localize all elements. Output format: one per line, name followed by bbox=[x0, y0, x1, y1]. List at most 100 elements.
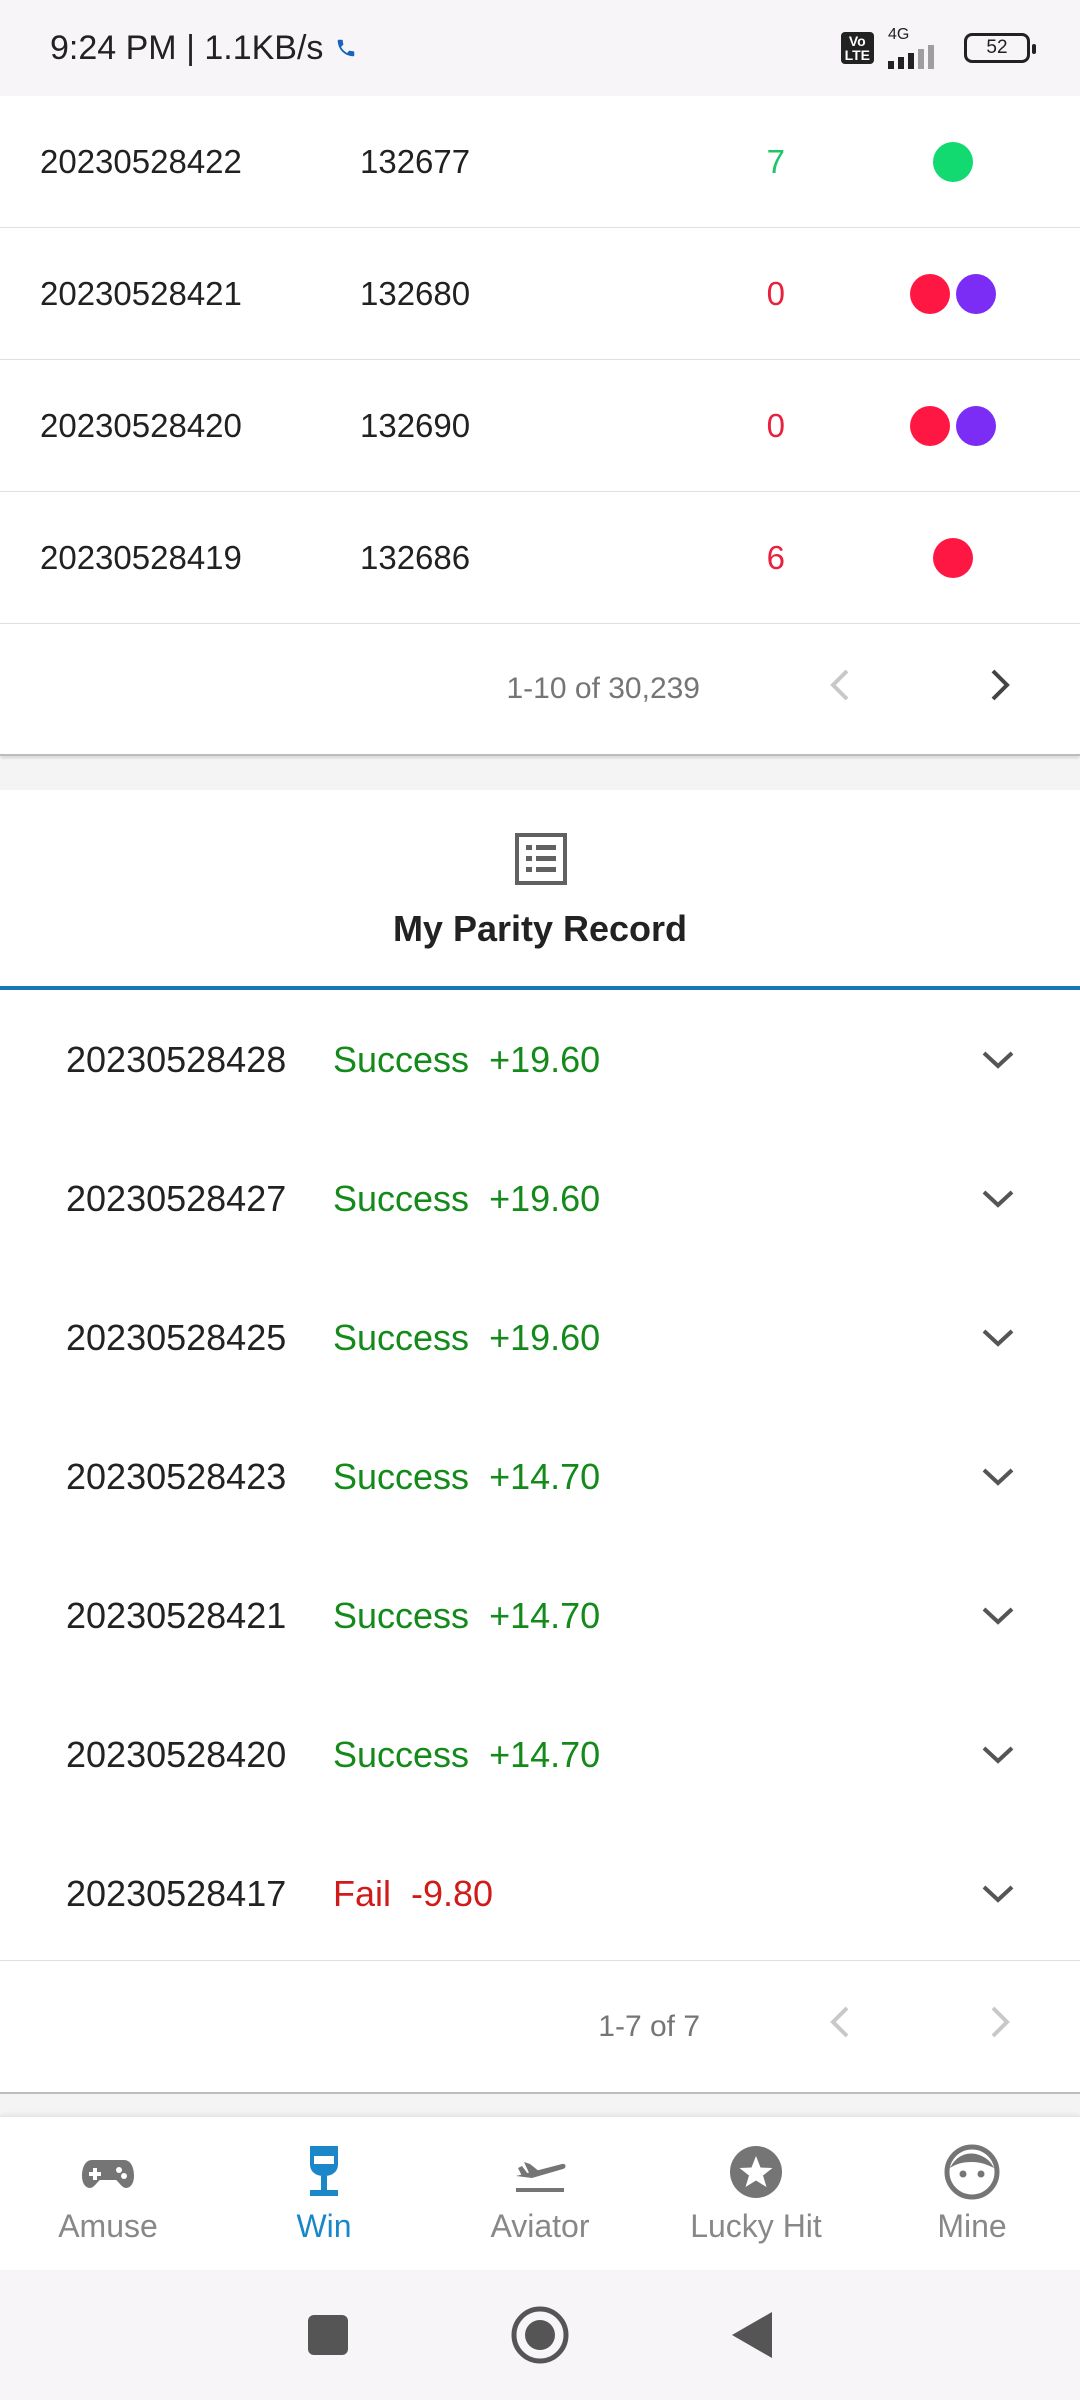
nav-item-lucky-hit[interactable]: Lucky Hit bbox=[648, 2117, 864, 2270]
record-pager: 1-7 of 7 bbox=[0, 1960, 1080, 2094]
network-type: 4G bbox=[888, 26, 910, 43]
nav-label: Mine bbox=[937, 2208, 1007, 2244]
list-item[interactable]: 20230528425 Success +19.60 bbox=[0, 1268, 1080, 1407]
chevron-down-icon bbox=[982, 1190, 1014, 1208]
home-button[interactable] bbox=[510, 2305, 570, 2365]
result-dots bbox=[785, 141, 1080, 182]
record-amount: +14.70 bbox=[489, 1733, 601, 1775]
result-dot bbox=[909, 405, 950, 446]
chevron-right-icon bbox=[991, 669, 1010, 700]
recent-apps-button[interactable] bbox=[306, 2313, 350, 2357]
table-row: 20230528420 132690 0 bbox=[0, 360, 1080, 492]
expand-button[interactable] bbox=[978, 1457, 1018, 1497]
trophy-icon bbox=[310, 2146, 338, 2196]
expand-button[interactable] bbox=[978, 1596, 1018, 1636]
chevron-right-icon bbox=[991, 2006, 1010, 2038]
expand-button[interactable] bbox=[978, 1318, 1018, 1358]
list-icon bbox=[515, 833, 567, 885]
record-amount: +19.60 bbox=[489, 1038, 601, 1080]
prev-page-button[interactable] bbox=[760, 662, 920, 717]
price-cell: 132686 bbox=[360, 538, 471, 576]
back-button[interactable] bbox=[730, 2310, 774, 2360]
record-period: 20230528417 bbox=[66, 1872, 287, 1914]
chevron-down-icon bbox=[982, 1746, 1014, 1764]
record-period: 20230528420 bbox=[66, 1733, 287, 1775]
record-period: 20230528427 bbox=[66, 1177, 287, 1219]
list-item[interactable]: 20230528427 Success +19.60 bbox=[0, 1129, 1080, 1268]
price-cell: 132690 bbox=[360, 406, 471, 444]
expand-button[interactable] bbox=[978, 1040, 1018, 1080]
record-status: Success bbox=[333, 1733, 470, 1775]
record-title: My Parity Record bbox=[392, 908, 688, 949]
record-amount: +14.70 bbox=[489, 1455, 601, 1497]
nav-item-amuse[interactable]: Amuse bbox=[0, 2117, 216, 2270]
system-nav-bar bbox=[0, 2270, 1080, 2400]
nav-label: Lucky Hit bbox=[690, 2208, 822, 2244]
section-gap bbox=[0, 2094, 1080, 2116]
expand-button[interactable] bbox=[978, 1735, 1018, 1775]
number-cell: 0 bbox=[766, 406, 785, 444]
list-item[interactable]: 20230528420 Success +14.70 bbox=[0, 1685, 1080, 1824]
bottom-nav: Amuse Win Aviator Lucky Hit Mine bbox=[0, 2116, 1080, 2270]
expand-button[interactable] bbox=[978, 1179, 1018, 1219]
record-amount: +14.70 bbox=[489, 1594, 601, 1636]
record-period: 20230528423 bbox=[66, 1455, 287, 1497]
chevron-left-icon bbox=[830, 2006, 849, 2038]
pager-range-text: 1-7 of 7 bbox=[598, 2009, 700, 2043]
nav-item-win[interactable]: Win bbox=[216, 2117, 432, 2270]
record-status: Fail bbox=[333, 1872, 392, 1914]
star-icon bbox=[730, 2146, 782, 2198]
prev-page-button[interactable] bbox=[760, 1999, 920, 2054]
result-dot bbox=[955, 405, 996, 446]
record-amount: -9.80 bbox=[411, 1872, 494, 1914]
period-cell: 20230528420 bbox=[40, 406, 242, 444]
record-period: 20230528421 bbox=[66, 1594, 287, 1636]
chevron-left-icon bbox=[830, 669, 849, 700]
battery-icon: 52 bbox=[964, 33, 1036, 63]
list-item[interactable]: 20230528428 Success +19.60 bbox=[0, 990, 1080, 1129]
table-row: 20230528419 132686 6 bbox=[0, 492, 1080, 624]
nav-item-mine[interactable]: Mine bbox=[864, 2117, 1080, 2270]
nav-label: Amuse bbox=[58, 2208, 158, 2244]
result-dot bbox=[932, 537, 973, 578]
status-time: 9:24 PM | 1.1KB/s bbox=[50, 28, 324, 67]
record-period: 20230528425 bbox=[66, 1316, 287, 1358]
call-icon bbox=[338, 39, 355, 57]
status-bar: 9:24 PM | 1.1KB/s Vo LTE 4G 52 bbox=[0, 0, 1080, 96]
signal-icon: 4G bbox=[888, 27, 950, 69]
chevron-down-icon bbox=[982, 1329, 1014, 1347]
plane-icon bbox=[516, 2162, 566, 2192]
results-table: 20230528422 132677 7 20230528421 132680 … bbox=[0, 96, 1080, 756]
number-cell: 7 bbox=[766, 142, 785, 180]
record-amount: +19.60 bbox=[489, 1316, 601, 1358]
period-cell: 20230528421 bbox=[40, 274, 242, 312]
nav-item-aviator[interactable]: Aviator bbox=[432, 2117, 648, 2270]
price-cell: 132680 bbox=[360, 274, 471, 312]
expand-button[interactable] bbox=[978, 1874, 1018, 1914]
table-row: 20230528422 132677 7 bbox=[0, 96, 1080, 228]
nav-label: Win bbox=[296, 2208, 352, 2244]
record-tab[interactable]: My Parity Record bbox=[0, 790, 1080, 990]
result-dots bbox=[785, 405, 1080, 446]
number-cell: 0 bbox=[766, 274, 785, 312]
result-dots bbox=[785, 537, 1080, 578]
list-item[interactable]: 20230528423 Success +14.70 bbox=[0, 1407, 1080, 1546]
record-period: 20230528428 bbox=[66, 1038, 287, 1080]
price-cell: 132677 bbox=[360, 142, 471, 180]
nav-label: Aviator bbox=[490, 2208, 590, 2244]
chevron-down-icon bbox=[982, 1051, 1014, 1069]
next-page-button[interactable] bbox=[920, 1999, 1080, 2054]
list-item[interactable]: 20230528417 Fail -9.80 bbox=[0, 1824, 1080, 1963]
record-status: Success bbox=[333, 1038, 470, 1080]
result-dot bbox=[955, 273, 996, 314]
record-list: 20230528428 Success +19.60 20230528427 S… bbox=[0, 990, 1080, 1963]
period-cell: 20230528422 bbox=[40, 142, 242, 180]
status-right: Vo LTE 4G 52 bbox=[840, 27, 1036, 69]
record-status: Success bbox=[333, 1316, 470, 1358]
list-item[interactable]: 20230528421 Success +14.70 bbox=[0, 1546, 1080, 1685]
record-status: Success bbox=[333, 1177, 470, 1219]
volte-icon: Vo LTE bbox=[840, 32, 874, 64]
next-page-button[interactable] bbox=[920, 662, 1080, 717]
result-dots bbox=[785, 273, 1080, 314]
pager-range-text: 1-10 of 30,239 bbox=[506, 672, 701, 705]
